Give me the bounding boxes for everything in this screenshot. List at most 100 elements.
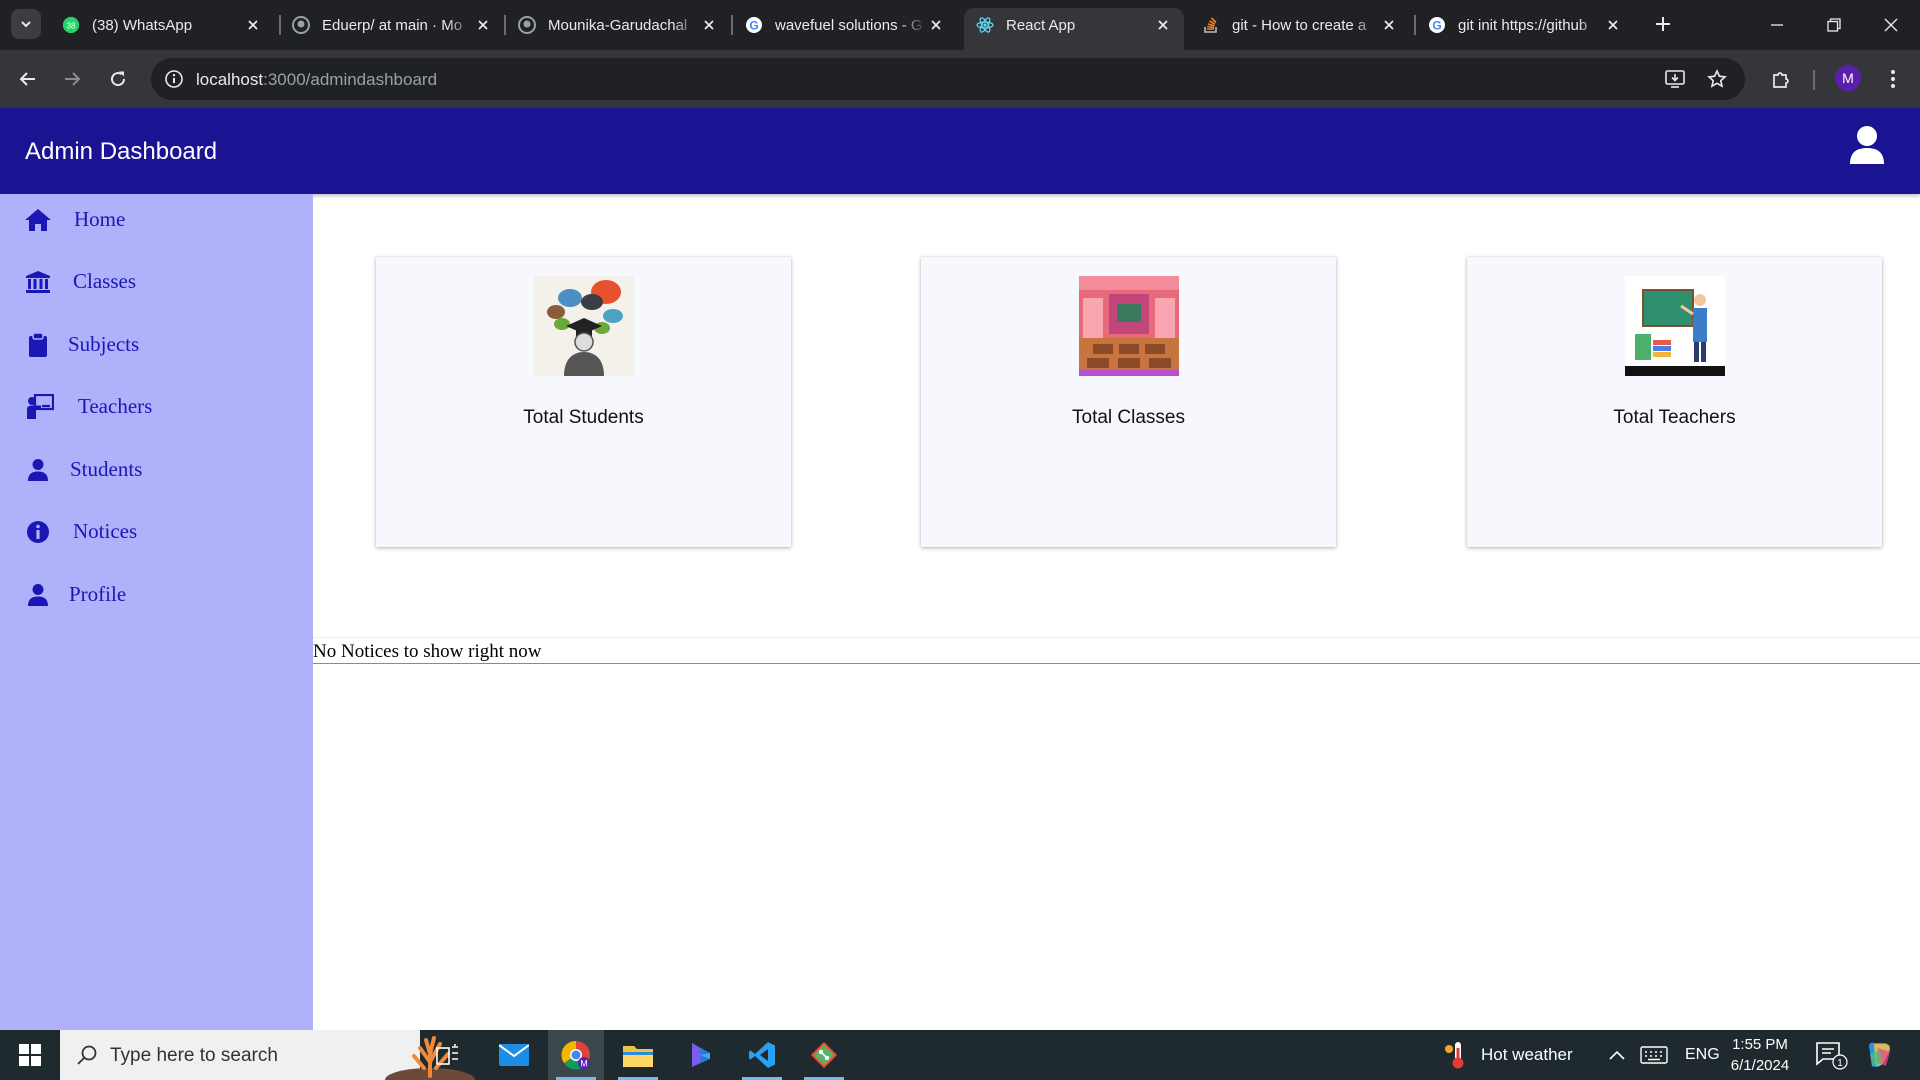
thermometer-icon bbox=[1445, 1042, 1464, 1069]
puzzle-icon bbox=[1773, 72, 1789, 88]
close-window-button[interactable] bbox=[1862, 0, 1920, 50]
close-icon[interactable] bbox=[700, 16, 718, 34]
windows-taskbar: Type here to search M Hot weather ENG 1:… bbox=[0, 1030, 1920, 1080]
svg-text:M: M bbox=[580, 1059, 588, 1069]
whatsapp-icon: 38 bbox=[62, 16, 80, 34]
git-gui-icon bbox=[811, 1042, 837, 1068]
address-bar[interactable]: localhost:3000/admindashboard bbox=[151, 58, 1745, 100]
touch-keyboard-button[interactable] bbox=[1640, 1030, 1668, 1080]
account-icon[interactable] bbox=[1849, 125, 1885, 165]
teacher-icon bbox=[26, 394, 54, 420]
sidebar-item-profile[interactable]: Profile bbox=[0, 569, 313, 621]
sidebar-item-subjects[interactable]: Subjects bbox=[0, 319, 313, 371]
minimize-button[interactable] bbox=[1748, 0, 1806, 50]
notices-panel: No Notices to show right now bbox=[313, 637, 1920, 664]
close-icon[interactable] bbox=[1154, 16, 1172, 34]
tab-google-wavefuel[interactable]: G wavefuel solutions - G bbox=[733, 8, 957, 42]
close-icon[interactable] bbox=[244, 16, 262, 34]
tab-google-git-init[interactable]: G git init https://github bbox=[1416, 8, 1634, 42]
notification-center-button[interactable]: 1 bbox=[1815, 1030, 1849, 1080]
weather-widget[interactable]: Hot weather bbox=[1443, 1030, 1573, 1080]
taskbar-mail[interactable] bbox=[486, 1030, 542, 1080]
tab-title: git - How to create a bbox=[1232, 16, 1367, 34]
sidebar-item-label: Subjects bbox=[68, 332, 140, 356]
tab-title: Eduerp/ at main · Mo bbox=[322, 16, 463, 34]
bank-icon bbox=[24, 269, 52, 295]
browser-menu-button[interactable] bbox=[1878, 64, 1908, 94]
sidebar-item-notices[interactable]: Notices bbox=[0, 506, 313, 558]
tab-title: Mounika-Garudachal bbox=[548, 16, 688, 34]
url-path: :3000/admindashboard bbox=[263, 70, 438, 89]
google-icon: G bbox=[745, 16, 763, 34]
sidebar-item-teachers[interactable]: Teachers bbox=[0, 381, 313, 433]
card-title: Total Classes bbox=[1072, 407, 1185, 428]
taskbar-search-box[interactable]: Type here to search bbox=[60, 1030, 475, 1080]
close-icon[interactable] bbox=[474, 16, 492, 34]
restore-button[interactable] bbox=[1805, 0, 1863, 50]
close-icon[interactable] bbox=[927, 16, 945, 34]
app-title: Admin Dashboard bbox=[25, 138, 218, 165]
tab-title: wavefuel solutions - G bbox=[775, 16, 923, 34]
tab-whatsapp[interactable]: 38 (38) WhatsApp bbox=[50, 8, 274, 42]
sidebar-item-label: Teachers bbox=[78, 394, 153, 418]
google-icon: G bbox=[1428, 16, 1446, 34]
mail-icon bbox=[499, 1044, 529, 1066]
forward-button[interactable] bbox=[57, 64, 87, 94]
sidebar-item-label: Home bbox=[74, 207, 126, 231]
svg-text:G: G bbox=[749, 19, 758, 33]
card-total-teachers: Total Teachers bbox=[1467, 257, 1882, 547]
taskbar-file-explorer[interactable] bbox=[610, 1030, 666, 1080]
site-info-icon[interactable] bbox=[161, 66, 187, 92]
minimize-icon bbox=[1771, 24, 1783, 26]
chrome-icon: M bbox=[561, 1040, 590, 1070]
clipboard-icon bbox=[24, 332, 52, 358]
tab-stackoverflow[interactable]: git - How to create a bbox=[1190, 8, 1410, 42]
chevron-up-icon bbox=[1609, 1050, 1625, 1060]
tab-title: git init https://github bbox=[1458, 16, 1588, 34]
browser-toolbar: localhost:3000/admindashboard M bbox=[0, 50, 1920, 108]
show-hidden-icons-button[interactable] bbox=[1609, 1030, 1625, 1080]
info-icon bbox=[24, 519, 52, 545]
chevron-down-icon bbox=[21, 21, 31, 28]
taskbar-vscode[interactable] bbox=[734, 1030, 790, 1080]
taskbar-clock[interactable]: 1:55 PM 6/1/2024 bbox=[1718, 1034, 1802, 1076]
back-button[interactable] bbox=[13, 64, 43, 94]
language-indicator[interactable]: ENG bbox=[1685, 1030, 1720, 1080]
reload-icon bbox=[111, 71, 126, 87]
plus-icon bbox=[1656, 17, 1670, 31]
person-icon bbox=[24, 582, 52, 608]
reload-button[interactable] bbox=[103, 64, 133, 94]
students-illustration bbox=[534, 276, 634, 376]
notice-empty-message: No Notices to show right now bbox=[313, 641, 542, 662]
clock-date: 6/1/2024 bbox=[1730, 1057, 1790, 1074]
sidebar-item-home[interactable]: Home bbox=[0, 194, 313, 246]
whatsapp-badge: 38 bbox=[67, 22, 76, 31]
taskbar-copilot[interactable] bbox=[672, 1030, 728, 1080]
tab-github-profile[interactable]: Mounika-Garudachal bbox=[506, 8, 730, 42]
search-placeholder: Type here to search bbox=[110, 1045, 278, 1066]
new-tab-button[interactable] bbox=[1650, 11, 1676, 37]
sidebar-item-classes[interactable]: Classes bbox=[0, 256, 313, 308]
sidebar-item-students[interactable]: Students bbox=[0, 444, 313, 496]
taskbar-git-gui[interactable] bbox=[796, 1030, 852, 1080]
extensions-button[interactable] bbox=[1766, 64, 1796, 94]
start-button[interactable] bbox=[0, 1030, 60, 1080]
arrow-right-icon bbox=[65, 72, 81, 86]
copilot-tray-button[interactable] bbox=[1864, 1030, 1894, 1080]
card-total-classes: Total Classes bbox=[921, 257, 1336, 547]
close-icon[interactable] bbox=[1604, 16, 1622, 34]
tab-react-app[interactable]: React App bbox=[964, 8, 1184, 50]
home-icon bbox=[24, 207, 52, 233]
taskbar-chrome[interactable]: M bbox=[548, 1030, 604, 1080]
close-icon[interactable] bbox=[1380, 16, 1398, 34]
tab-search-button[interactable] bbox=[11, 9, 41, 39]
weather-label: Hot weather bbox=[1481, 1045, 1573, 1064]
svg-text:G: G bbox=[1432, 19, 1441, 33]
copilot-icon bbox=[692, 1043, 710, 1067]
bookmark-star-icon[interactable] bbox=[1704, 66, 1730, 92]
tab-github-eduerp[interactable]: Eduerp/ at main · Mo bbox=[280, 8, 504, 42]
profile-avatar[interactable]: M bbox=[1835, 65, 1861, 91]
install-app-icon[interactable] bbox=[1662, 66, 1688, 92]
url-text: localhost:3000/admindashboard bbox=[196, 70, 437, 90]
task-view-button[interactable] bbox=[420, 1030, 476, 1080]
